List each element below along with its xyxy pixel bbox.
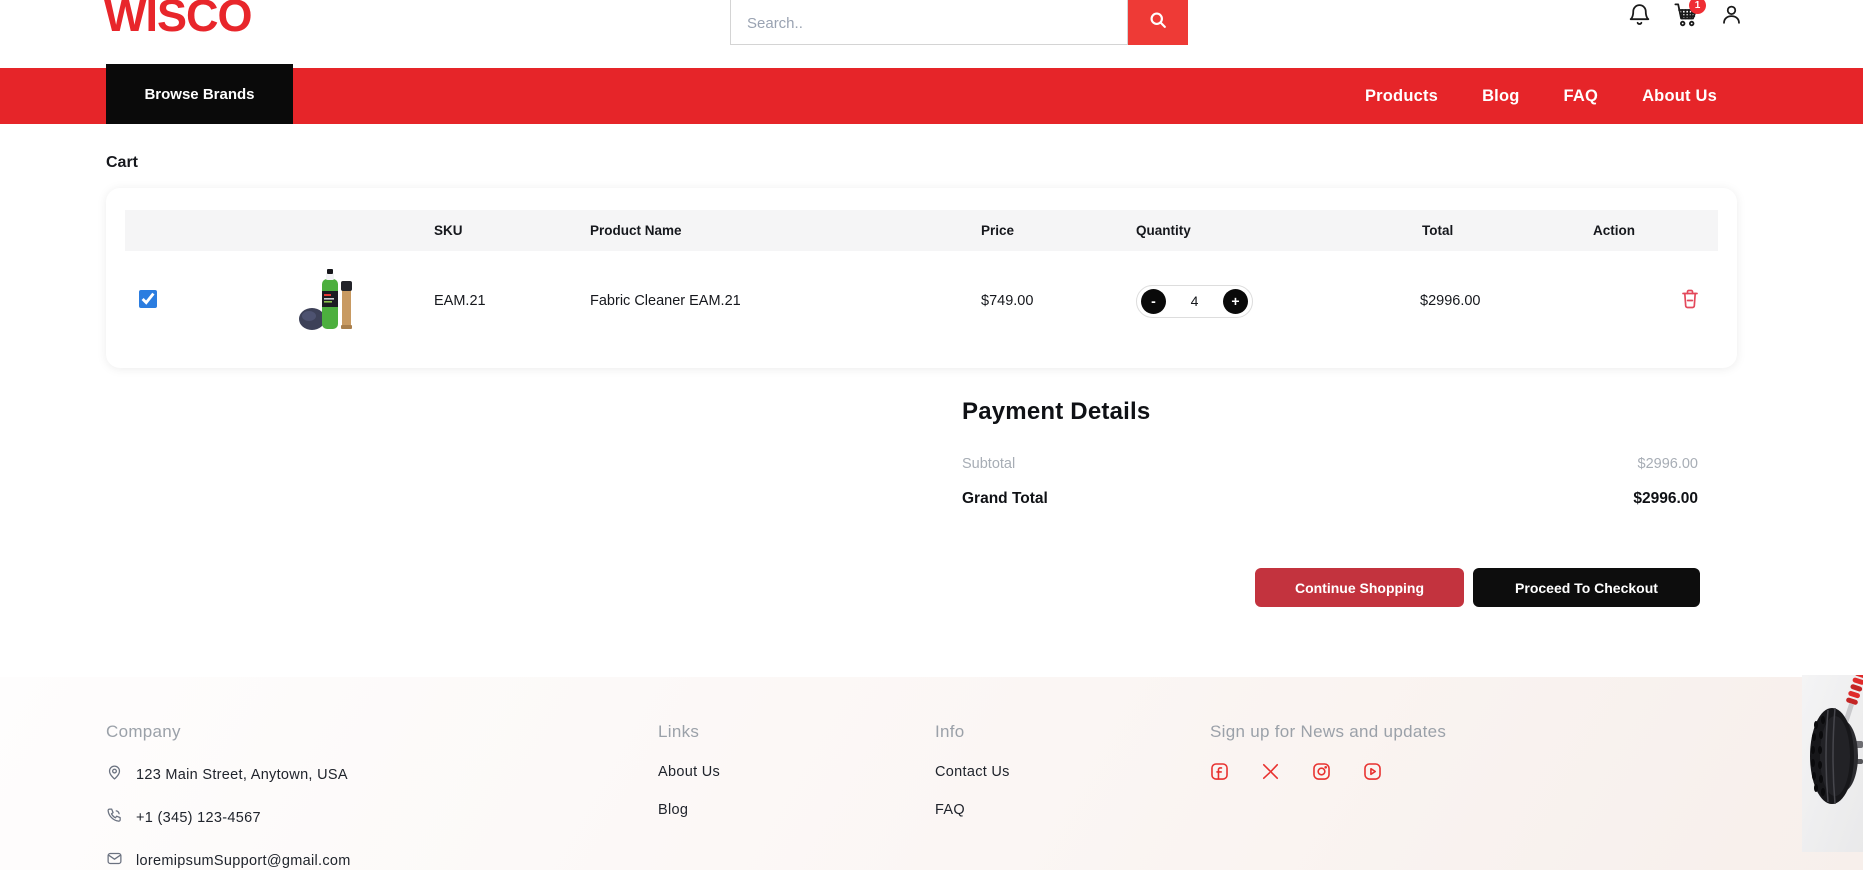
x-twitter-icon[interactable]	[1261, 762, 1280, 781]
account-button[interactable]	[1717, 3, 1745, 31]
proceed-to-checkout-button[interactable]: Proceed To Checkout	[1473, 568, 1700, 607]
youtube-icon[interactable]	[1363, 762, 1382, 781]
cart-table-header: SKU Product Name Price Quantity Total Ac…	[125, 210, 1718, 251]
location-pin-icon	[106, 764, 123, 785]
wisco-logo[interactable]: WISCO	[104, 0, 252, 42]
cart-item-row: EAM.21 Fabric Cleaner EAM.21 $749.00 - 4…	[125, 251, 1718, 351]
footer: Company 123 Main Street, Anytown, USA +1…	[0, 677, 1863, 870]
footer-links-heading: Links	[658, 722, 720, 742]
item-sku: EAM.21	[420, 293, 580, 309]
quantity-value: 4	[1191, 293, 1199, 309]
footer-link-blog[interactable]: Blog	[658, 802, 720, 818]
instagram-icon[interactable]	[1312, 762, 1331, 781]
top-header: WISCO	[0, 0, 1863, 68]
quantity-decrease-button[interactable]: -	[1141, 289, 1166, 314]
facebook-icon[interactable]	[1210, 762, 1229, 781]
checkout-actions: Continue Shopping Proceed To Checkout	[1255, 568, 1700, 607]
footer-company-column: Company 123 Main Street, Anytown, USA +1…	[106, 722, 351, 870]
item-total: $2996.00	[1320, 293, 1540, 309]
nav-link-faq[interactable]: FAQ	[1564, 87, 1599, 106]
grand-total-label: Grand Total	[962, 490, 1048, 508]
subtotal-value: $2996.00	[1638, 456, 1698, 472]
footer-links-column: Links About Us Blog	[658, 722, 720, 818]
delete-item-button[interactable]	[1680, 288, 1700, 310]
main-navbar: Browse Brands Products Blog FAQ About Us	[0, 68, 1863, 124]
header-cell-action: Action	[1540, 223, 1718, 238]
footer-address: 123 Main Street, Anytown, USA	[106, 764, 351, 785]
product-image	[235, 265, 420, 337]
user-icon	[1719, 2, 1744, 32]
search-button[interactable]	[1128, 0, 1188, 45]
header-icons: 1	[1625, 3, 1745, 31]
newsletter-heading: Sign up for News and updates	[1210, 722, 1446, 742]
mail-icon	[106, 850, 123, 870]
search-input[interactable]	[730, 0, 1128, 45]
nav-link-products[interactable]: Products	[1365, 87, 1438, 106]
item-select-checkbox[interactable]	[139, 290, 157, 308]
notification-bell-button[interactable]	[1625, 3, 1653, 31]
footer-phone: +1 (345) 123-4567	[106, 807, 351, 828]
footer-link-about-us[interactable]: About Us	[658, 764, 720, 780]
nav-links: Products Blog FAQ About Us	[1365, 68, 1717, 124]
item-name: Fabric Cleaner EAM.21	[580, 293, 950, 309]
subtotal-label: Subtotal	[962, 456, 1015, 472]
footer-link-contact-us[interactable]: Contact Us	[935, 764, 1010, 780]
header-cell-price: Price	[950, 223, 1100, 238]
quantity-increase-button[interactable]: +	[1223, 289, 1248, 314]
header-cell-sku: SKU	[420, 223, 580, 238]
nav-link-blog[interactable]: Blog	[1482, 87, 1519, 106]
payment-details-section: Payment Details Subtotal $2996.00 Grand …	[962, 398, 1698, 508]
cart-button[interactable]: 1	[1671, 3, 1699, 31]
tire-suspension-image	[1802, 675, 1863, 855]
footer-link-faq[interactable]: FAQ	[935, 802, 1010, 818]
phone-icon	[106, 807, 123, 828]
browse-brands-button[interactable]: Browse Brands	[106, 64, 293, 124]
item-price: $749.00	[950, 293, 1100, 309]
quantity-stepper: - 4 +	[1136, 285, 1253, 318]
cart-page: WISCO	[0, 0, 1863, 870]
footer-info-column: Info Contact Us FAQ	[935, 722, 1010, 818]
footer-newsletter-column: Sign up for News and updates	[1210, 722, 1446, 781]
cart-count-badge: 1	[1689, 0, 1706, 14]
cart-table-card: SKU Product Name Price Quantity Total Ac…	[106, 188, 1737, 368]
footer-info-heading: Info	[935, 722, 1010, 742]
trash-icon	[1680, 288, 1700, 310]
social-icons	[1210, 762, 1446, 781]
payment-details-title: Payment Details	[962, 398, 1698, 426]
bell-icon	[1627, 2, 1652, 32]
header-cell-product-name: Product Name	[580, 223, 950, 238]
continue-shopping-button[interactable]: Continue Shopping	[1255, 568, 1464, 607]
search-bar	[730, 0, 1188, 45]
nav-link-about[interactable]: About Us	[1642, 87, 1717, 106]
search-icon	[1148, 10, 1168, 33]
page-title: Cart	[106, 154, 138, 172]
footer-company-heading: Company	[106, 722, 351, 742]
header-cell-total: Total	[1320, 223, 1540, 238]
grand-total-value: $2996.00	[1633, 490, 1698, 508]
header-cell-quantity: Quantity	[1100, 223, 1320, 238]
footer-email: loremipsumSupport@gmail.com	[106, 850, 351, 870]
